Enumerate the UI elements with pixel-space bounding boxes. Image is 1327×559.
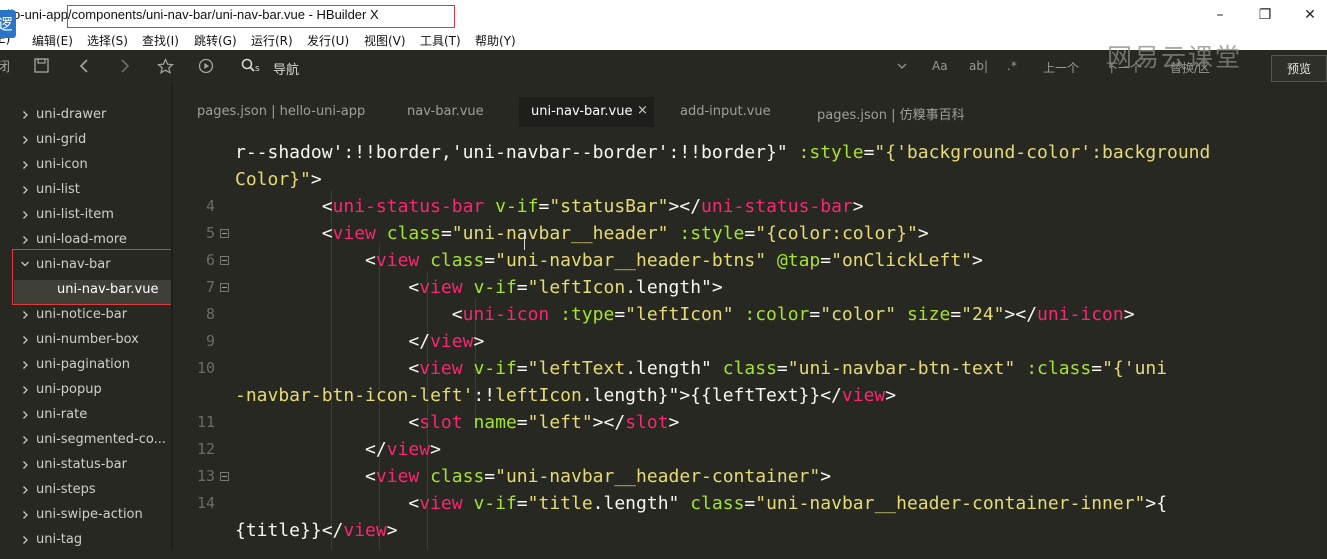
code-line: 4 <uni-status-bar v-if="statusBar"></uni… [205,196,864,217]
tab-uni-nav-bar[interactable]: uni-nav-bar.vue [531,104,632,119]
tree-item-label: uni-icon [36,157,88,172]
tree-folder-item[interactable]: uni-rate [0,404,171,426]
menu-find[interactable]: 查找(I) [142,32,179,49]
minimize-button[interactable]: – [1208,5,1232,25]
chevron-down-icon[interactable] [896,58,908,81]
hbuilder-logo-icon: 逻 [0,10,16,38]
find-prev-button[interactable]: 上一个 [1043,59,1079,76]
code-line: {title}}</view> [235,520,398,541]
tree-item-label: uni-pagination [36,357,130,372]
menu-tools[interactable]: 工具(T) [420,32,461,49]
code-line: 7 <view v-if="leftIcon.length"> [205,277,723,298]
back-icon[interactable] [78,58,90,78]
selection-annotation [12,249,173,305]
tab-close-button[interactable]: × [637,103,648,118]
match-case-toggle[interactable]: Aa [932,59,948,73]
tree-folder-item[interactable]: uni-tag [0,529,171,551]
whole-word-toggle[interactable]: ab| [969,59,988,73]
forward-icon[interactable] [119,58,131,78]
tree-folder-item[interactable]: uni-load-more [0,229,171,251]
menu-view[interactable]: 视图(V) [364,32,406,49]
tab-pages-json-qiushi[interactable]: pages.json | 仿糗事百科 [817,104,965,123]
code-line: 14 <view v-if="title.length" class="uni-… [196,493,1168,514]
close-all-label[interactable]: 闭 [0,59,10,77]
restore-button[interactable]: ❐ [1253,5,1277,25]
tree-item-label: uni-steps [36,482,96,497]
tree-folder-item[interactable]: uni-notice-bar [0,304,171,326]
code-line: 12 </view> [196,439,441,460]
close-window-button[interactable]: ✕ [1298,5,1322,25]
menu-edit[interactable]: 编辑(E) [32,32,73,49]
menu-help[interactable]: 帮助(Y) [475,32,516,49]
tree-item-label: uni-rate [36,407,88,422]
title-path-highlight [67,5,455,28]
code-line: 13 <view class="uni-navbar__header-conta… [196,466,832,487]
tab-add-input[interactable]: add-input.vue [680,104,771,119]
tree-item-label: uni-list [36,182,80,197]
chevron-right-icon[interactable] [20,529,30,559]
tree-folder-item[interactable]: uni-pagination [0,354,171,376]
code-line: 10 <view v-if="leftText.length" class="u… [196,358,1168,379]
menu-publish[interactable]: 发行(U) [307,32,349,49]
tree-folder-item[interactable]: uni-steps [0,479,171,501]
tree-item-label: uni-status-bar [36,457,127,472]
tree-folder-item[interactable]: uni-number-box [0,329,171,351]
tree-folder-item[interactable]: uni-drawer [0,104,171,126]
preview-button[interactable]: 预览 [1271,55,1327,82]
code-line: Color}"> [235,169,322,190]
tree-item-label: uni-list-item [36,207,114,222]
tab-nav-bar[interactable]: nav-bar.vue [407,104,484,119]
tree-folder-item[interactable]: uni-list [0,179,171,201]
tree-item-label: uni-popup [36,382,102,397]
tree-folder-item[interactable]: uni-grid [0,129,171,151]
search-icon[interactable]: s [241,58,263,78]
code-line: 9 </view> [205,331,485,352]
search-input[interactable]: 导航 [273,59,299,78]
tree-folder-item[interactable]: uni-popup [0,379,171,401]
regex-toggle[interactable]: .* [1007,59,1017,73]
svg-text:s: s [255,64,260,74]
code-editor[interactable]: r--shadow':!!border,'uni-navbar--border'… [173,136,1327,550]
tree-item-label: uni-swipe-action [36,507,143,522]
menu-select[interactable]: 选择(S) [87,32,128,49]
fold-toggle-icon[interactable] [220,472,229,481]
fold-toggle-icon[interactable] [220,283,229,292]
code-line: r--shadow':!!border,'uni-navbar--border'… [235,142,1211,163]
tree-folder-item[interactable]: uni-list-item [0,204,171,226]
star-icon[interactable] [156,58,175,79]
code-line: 6 <view class="uni-navbar__header-btns" … [205,250,983,271]
watermark-logo: 网易云课堂 [1107,43,1243,72]
code-line: 11 <slot name="left"></slot> [196,412,680,433]
tree-folder-item[interactable]: uni-icon [0,154,171,176]
title-bar: ello-uni-app/components/uni-nav-bar/uni-… [0,0,1327,30]
tree-item-label: uni-tag [36,532,83,547]
menu-goto[interactable]: 跳转(G) [194,32,237,49]
tree-folder-item[interactable]: uni-segmented-co... [0,429,171,451]
fold-toggle-icon[interactable] [220,229,229,238]
run-icon[interactable] [198,58,214,78]
tree-folder-item[interactable]: uni-swipe-action [0,504,171,526]
fold-toggle-icon[interactable] [220,256,229,265]
code-line: -navbar-btn-icon-left':!leftIcon.length}… [235,385,897,406]
code-line: 5 <view class="uni-navbar__header" :styl… [205,223,929,244]
tree-item-label: uni-notice-bar [36,307,128,322]
text-cursor [524,232,531,250]
tree-item-label: uni-load-more [36,232,127,247]
tree-item-label: uni-grid [36,132,87,147]
tree-item-label: uni-drawer [36,107,107,122]
save-icon[interactable] [34,58,49,77]
tree-item-label: uni-segmented-co... [36,432,167,447]
tree-item-label: uni-number-box [36,332,139,347]
code-line: 8 <uni-icon :type="leftIcon" :color="col… [205,304,1135,325]
menu-run[interactable]: 运行(R) [251,32,293,49]
tree-folder-item[interactable]: uni-status-bar [0,454,171,476]
tab-pages-json-hello[interactable]: pages.json | hello-uni-app [197,104,365,119]
